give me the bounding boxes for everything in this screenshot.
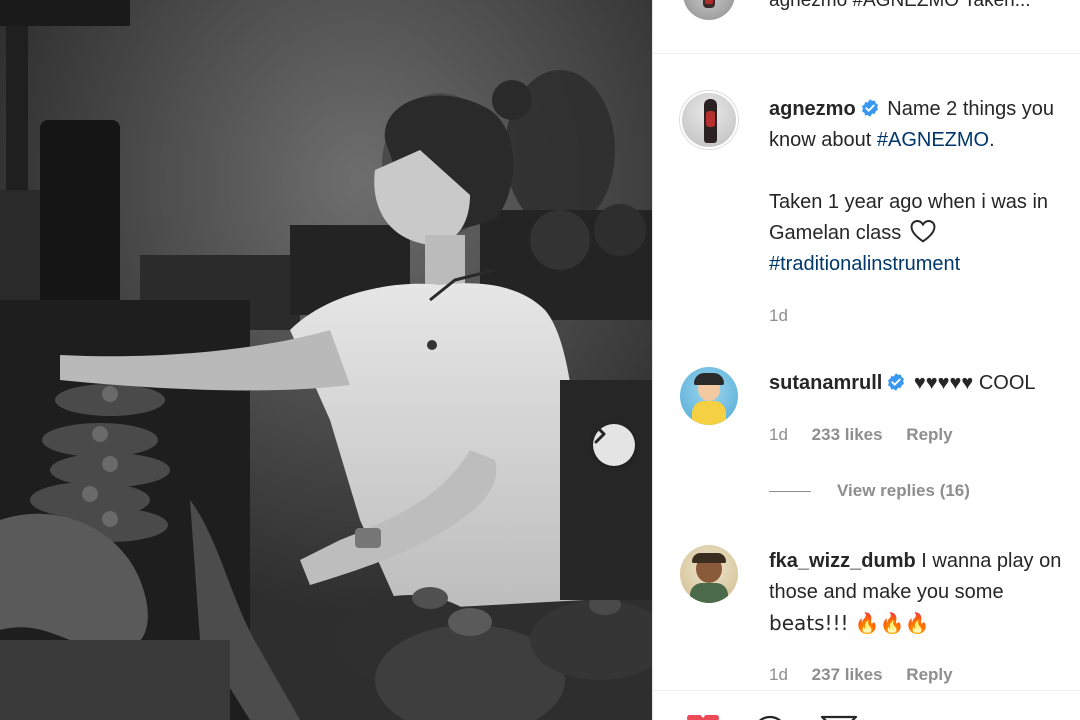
avatar-cap [692, 553, 726, 563]
comment-text: fka_wizz_dumb I wanna play on those and … [769, 546, 1080, 639]
comment-bubble-icon[interactable] [751, 715, 789, 720]
commenter-username[interactable]: sutanamrull [769, 372, 882, 394]
view-replies-label: View replies (16) [837, 481, 970, 500]
like-heart-icon[interactable] [683, 715, 723, 720]
caption-line-4: Gamelan class [769, 222, 902, 244]
avatar-body [690, 583, 728, 603]
comment-meta: 1d 233 likes Reply [769, 425, 972, 445]
carousel-next-button[interactable] [593, 424, 635, 466]
share-icon[interactable] [819, 715, 859, 720]
replies-divider [769, 490, 811, 492]
post-header: agnezmo #AGNEZMO Taken... [653, 0, 1080, 54]
header-caption-preview: agnezmo #AGNEZMO Taken... [769, 0, 1031, 11]
avatar-figure-detail [705, 0, 713, 4]
avatar-hair [694, 373, 724, 385]
comments-panel: agnezmo #AGNEZMO Taken... agnezmo Name 2… [652, 0, 1080, 720]
caption-line-2-suffix: . [989, 129, 995, 151]
comment-text: sutanamrull ♥♥♥♥♥ COOL [769, 368, 1080, 399]
caption-text: agnezmo Name 2 things you know about #AG… [769, 94, 1080, 280]
post-photo[interactable] [0, 0, 652, 720]
caption-line-1: Name 2 things you [887, 98, 1055, 120]
avatar-body [692, 401, 726, 425]
chevron-right-icon [594, 424, 606, 444]
profile-avatar-icon[interactable] [683, 0, 735, 20]
hashtag-traditionalinstrument[interactable]: #traditionalinstrument [769, 253, 960, 275]
caption-meta: 1d [769, 306, 807, 326]
comment-body-line-2: those and make you some [769, 581, 1004, 603]
view-replies-button[interactable]: View replies (16) [769, 481, 970, 501]
gamelan-photo-illustration [0, 0, 652, 720]
reply-button[interactable]: Reply [906, 425, 952, 444]
commenter-avatar[interactable] [680, 545, 738, 603]
verified-badge-icon [888, 373, 905, 391]
avatar-figure-detail [706, 111, 715, 127]
caption-line-3: Taken 1 year ago when i was in [769, 191, 1049, 213]
caption-time[interactable]: 1d [769, 306, 788, 325]
hashtag-agnezmo[interactable]: #AGNEZMO [877, 129, 989, 151]
caption-line-2-prefix: know about [769, 129, 877, 151]
comment-likes[interactable]: 237 likes [812, 665, 883, 684]
author-username[interactable]: agnezmo [769, 98, 856, 120]
commenter-username[interactable]: fka_wizz_dumb [769, 550, 916, 572]
action-bar [653, 690, 1080, 720]
comment-body: ♥♥♥♥♥ COOL [913, 372, 1036, 394]
heart-outline-icon [910, 219, 936, 243]
comment-likes[interactable]: 233 likes [812, 425, 883, 444]
comment-body-line-1: I wanna play on [921, 550, 1062, 572]
reply-button[interactable]: Reply [906, 665, 952, 684]
comment-meta: 1d 237 likes Reply [769, 665, 972, 685]
author-avatar[interactable] [680, 91, 738, 149]
comment-time[interactable]: 1d [769, 665, 788, 684]
comment-body-line-3: beats!!! 🔥🔥🔥 [769, 611, 930, 635]
verified-badge-icon [861, 99, 878, 117]
comment-time[interactable]: 1d [769, 425, 788, 444]
commenter-avatar[interactable] [680, 367, 738, 425]
